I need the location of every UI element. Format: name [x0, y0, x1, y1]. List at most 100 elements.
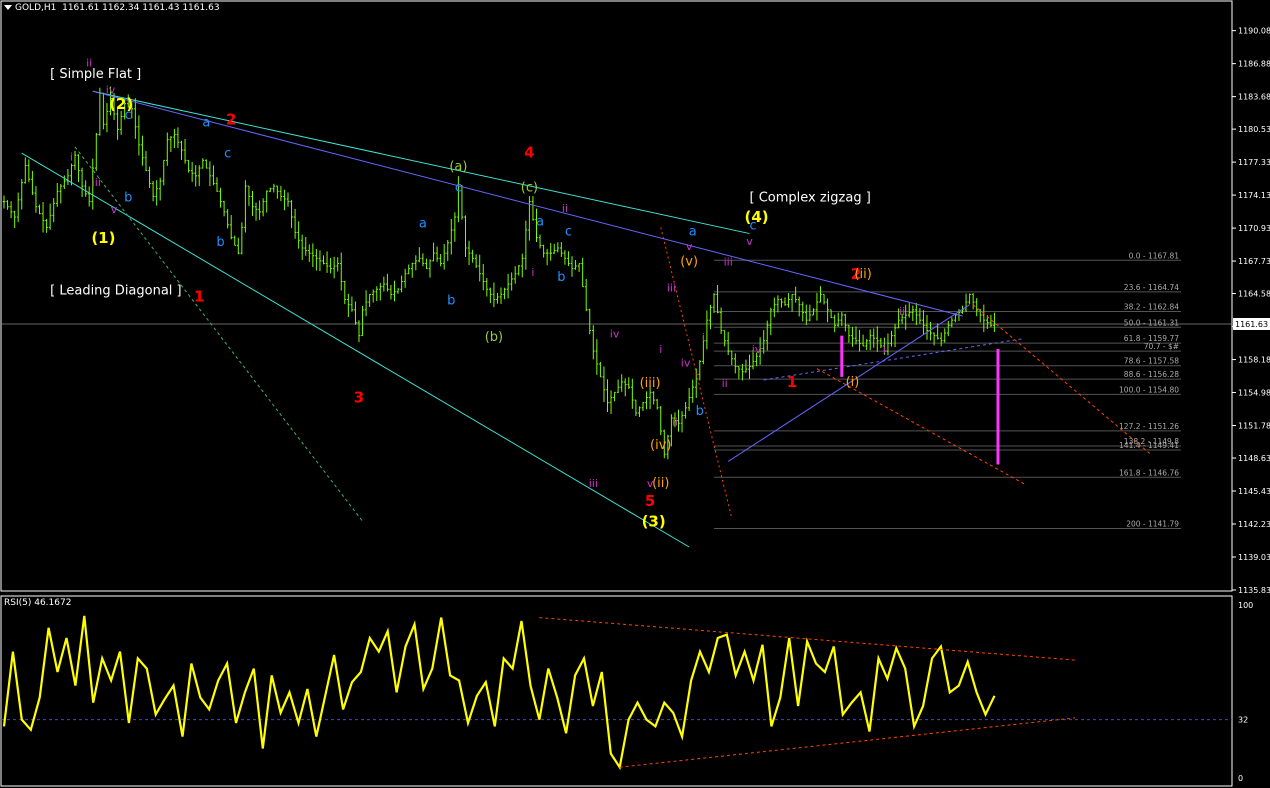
fib-level-label: 127.2 - 1151.26 [1119, 422, 1179, 431]
symbol-header[interactable]: GOLD,H1 1161.61 1162.34 1161.43 1161.63 [4, 3, 220, 13]
wave-label: ii [672, 415, 678, 428]
wave-label: c [455, 180, 462, 195]
wave-label: a [689, 225, 697, 240]
main-panel-border [0, 0, 1233, 592]
wave-label: (iii) [640, 376, 661, 391]
wave-label: (ii) [652, 476, 669, 491]
wave-label: (c) [521, 180, 538, 195]
wave-label: iii [589, 477, 598, 490]
chart-canvas[interactable]: 1190.08 1186.88 1183.68 1180.53 1177.33 1174.… [0, 0, 1270, 788]
wave-label: [ Leading Diagonal ] [50, 283, 182, 298]
wave-label: v [746, 235, 753, 248]
price-tick-label: 1180.53 [1238, 125, 1270, 134]
wave-label: (ii) [854, 267, 871, 282]
wave-label: 1 [787, 373, 797, 391]
wave-label: a [419, 216, 427, 231]
wave-label: b [216, 235, 224, 250]
wave-label: i [659, 343, 662, 356]
ohlc-values: 1161.61 1162.34 1161.43 1161.63 [62, 3, 220, 13]
wave-label: ii [562, 202, 568, 215]
wave-label: (a) [449, 160, 467, 175]
wave-label: ii [722, 377, 728, 390]
wave-label: 4 [524, 143, 534, 161]
price-tick-label: 1145.43 [1238, 487, 1270, 496]
wave-label: b [557, 270, 565, 285]
wave-label: (b) [485, 330, 503, 345]
fib-level-label: 200 - 1141.79 [1126, 520, 1179, 529]
rsi-tick-label: 32 [1238, 716, 1248, 725]
wave-label: 3 [354, 389, 364, 407]
rsi-tick-label: 100 [1238, 601, 1253, 610]
wave-label: b [696, 404, 704, 419]
wave-label: a [202, 115, 210, 130]
price-tick-label: 1148.63 [1238, 454, 1270, 463]
price-tick-label: 1167.73 [1238, 257, 1270, 266]
trading-terminal: 1190.08 1186.88 1183.68 1180.53 1177.33 1174.… [0, 0, 1270, 788]
fib-level-label: 88.6 - 1156.28 [1124, 370, 1179, 379]
rsi-tick-label: 0 [1238, 774, 1243, 783]
trend-line[interactable] [74, 146, 363, 522]
wave-label: a [536, 214, 544, 229]
wave-label: iii [92, 176, 101, 189]
wave-label: ii [86, 57, 92, 70]
wave-label: 1 [194, 288, 204, 306]
rsi-line [2, 615, 996, 771]
wave-label: iii [724, 256, 733, 269]
wave-label: [ Complex zigzag ] [750, 191, 871, 206]
price-tick-label: 1135.83 [1238, 586, 1270, 595]
price-tick-label: 1183.68 [1238, 93, 1270, 102]
wave-label: iv [681, 357, 691, 370]
price-tick-label: 1186.88 [1238, 60, 1270, 69]
wave-label: 5 [645, 492, 655, 510]
wave-label: [ Simple Flat ] [50, 67, 141, 82]
wave-label: c [749, 218, 756, 233]
fib-level-label: 70.7 - $# [1144, 342, 1179, 351]
wave-label: c [125, 108, 132, 123]
current-price-label: 1161.63 [1235, 320, 1268, 329]
wave-label: i [531, 266, 534, 279]
fib-level-label: 141.4 - 1149.41 [1119, 441, 1179, 450]
price-tick-label: 1177.33 [1238, 158, 1270, 167]
price-tick-label: 1139.03 [1238, 553, 1270, 562]
wave-label: iv [610, 328, 620, 341]
wave-label: iv [752, 343, 762, 356]
wave-label: (v) [680, 255, 698, 270]
trend-line[interactable] [92, 90, 750, 235]
symbol-name: GOLD,H1 [15, 3, 57, 13]
price-tick-label: 1158.18 [1238, 356, 1270, 365]
wave-label: (1) [91, 229, 115, 247]
price-tick-label: 1164.58 [1238, 290, 1270, 299]
wave-label: i [883, 343, 886, 356]
wave-label: c [224, 146, 231, 161]
wave-label: b [447, 294, 455, 309]
wave-label: iii [667, 281, 676, 294]
fib-level-label: 78.6 - 1157.58 [1124, 357, 1179, 366]
fib-level-label: 23.6 - 1164.74 [1124, 283, 1179, 292]
price-tick-label: 1190.08 [1238, 27, 1270, 36]
wave-label: (iv) [650, 438, 671, 453]
wave-label: 2 [226, 110, 236, 128]
trend-line[interactable] [763, 338, 1023, 381]
candles [2, 86, 996, 460]
price-tick-label: 1170.93 [1238, 224, 1270, 233]
fib-level-label: 38.2 - 1162.84 [1124, 303, 1179, 312]
price-tick-label: 1151.78 [1238, 422, 1270, 431]
wave-label: iv [106, 83, 116, 96]
wave-label: b [124, 191, 132, 206]
wave-label: c [565, 225, 572, 240]
wave-label: (i) [846, 375, 860, 390]
wave-label: i [70, 150, 73, 163]
rsi-panel-border [0, 595, 1233, 787]
wave-label: i [702, 331, 705, 344]
price-tick-label: 1174.13 [1238, 191, 1270, 200]
fib-level-label: 0.0 - 1167.81 [1129, 251, 1180, 260]
fib-level-label: 161.8 - 1146.76 [1119, 468, 1179, 477]
wave-label: v [111, 203, 118, 216]
wave-label: v [686, 240, 693, 253]
fib-level-label: 100.0 - 1154.80 [1119, 385, 1179, 394]
wave-label: ii [899, 305, 905, 318]
chevron-down-icon[interactable] [4, 5, 12, 10]
price-tick-label: 1154.98 [1238, 389, 1270, 398]
price-tick-label: 1142.23 [1238, 520, 1270, 529]
rsi-trend-line[interactable] [619, 717, 1076, 768]
